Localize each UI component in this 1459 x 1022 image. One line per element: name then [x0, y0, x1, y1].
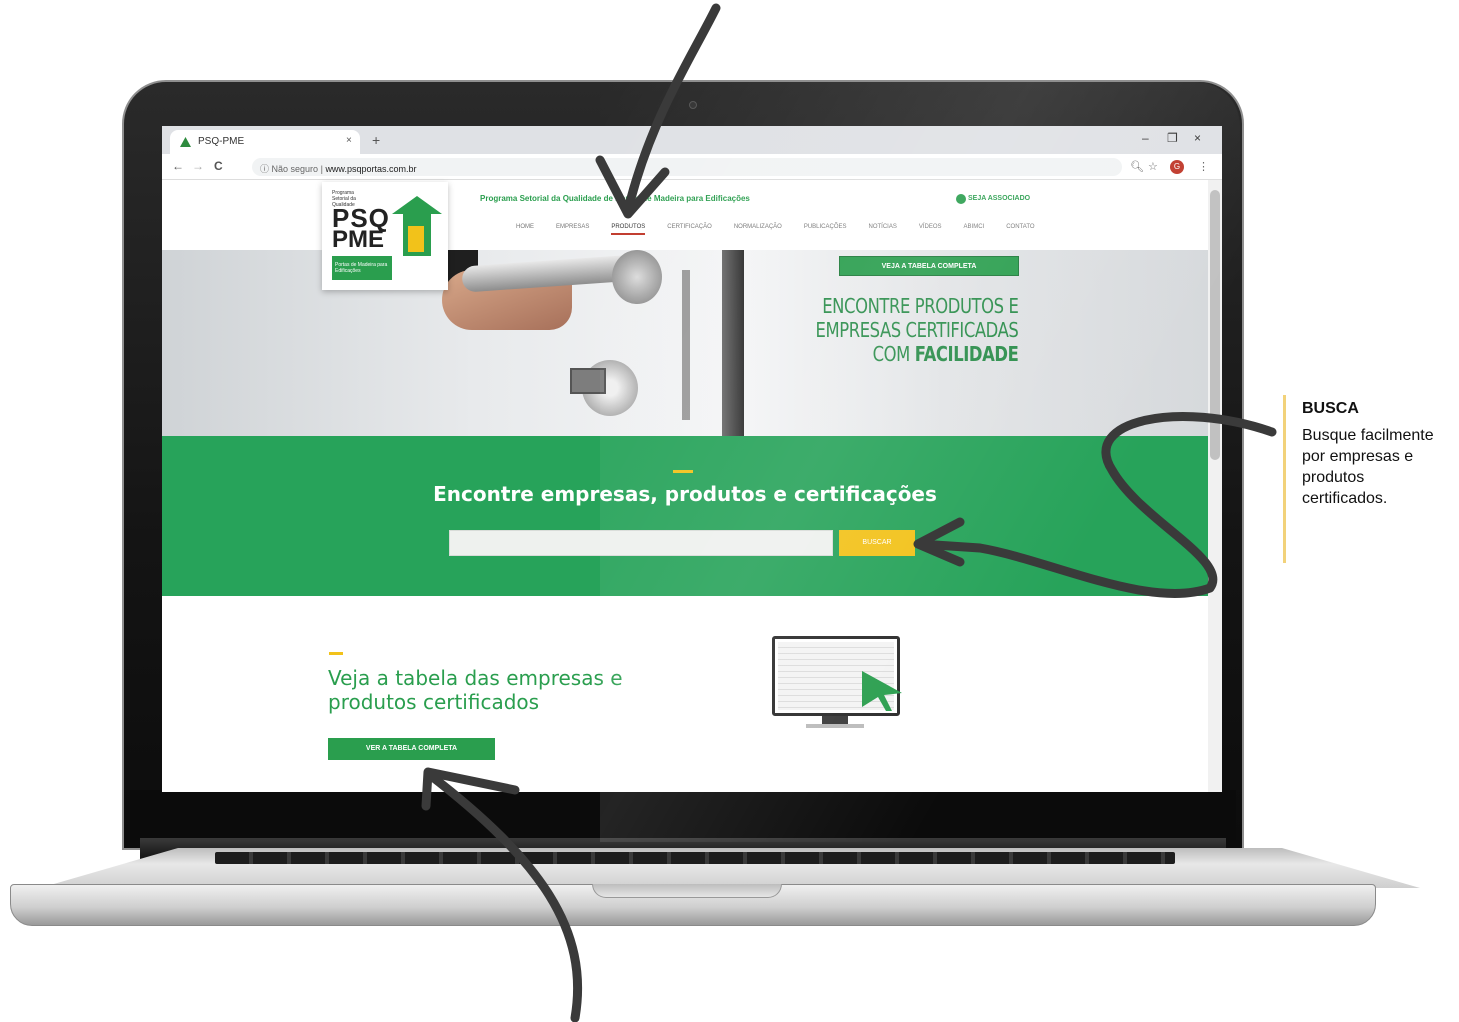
keyboard-keys	[215, 852, 1175, 864]
main-menu: HOME EMPRESAS PRODUTOS CERTIFICAÇÃO NORM…	[516, 224, 1035, 235]
table-section-title: Veja a tabela das empresas e produtos ce…	[328, 666, 623, 714]
table-title-accent	[329, 652, 343, 655]
menu-item-normalizacao[interactable]: NORMALIZAÇÃO	[734, 224, 782, 235]
associate-icon	[956, 194, 966, 204]
close-tab-icon[interactable]: ×	[346, 135, 352, 146]
logo-pme: PME	[332, 226, 385, 253]
search-title: Encontre empresas, produtos e certificaç…	[433, 482, 937, 506]
site-info-icon[interactable]: ⓘ	[260, 164, 269, 174]
menu-item-noticias[interactable]: NOTÍCIAS	[869, 224, 897, 235]
menu-item-produtos[interactable]: PRODUTOS	[611, 224, 646, 235]
hero-table-button[interactable]: VEJA A TABELA COMPLETA	[839, 256, 1019, 276]
site-tagline: Programa Setorial da Qualidade de Portas…	[480, 194, 750, 203]
back-icon[interactable]: ←	[172, 159, 184, 173]
screen-bezel	[130, 790, 1236, 840]
menu-item-certificacao[interactable]: CERTIFICAÇÃO	[667, 224, 712, 235]
page-scrollbar[interactable]	[1208, 180, 1222, 792]
logo-subtitle: Portas de Madeira para Edificações	[332, 256, 392, 280]
new-tab-icon[interactable]: +	[372, 132, 380, 148]
browser-tab-bar: PSQ-PME × + – ❐ ×	[162, 126, 1222, 154]
search-section: Encontre empresas, produtos e certificaç…	[162, 436, 1208, 596]
hero-line-2: EMPRESAS CERTIFICADAS	[815, 318, 1018, 342]
security-label: Não seguro	[271, 164, 319, 174]
browser-menu-icon[interactable]: ⋮	[1198, 160, 1209, 173]
hero-line-1: ENCONTRE PRODUTOS E	[821, 294, 1019, 318]
hero-line-3-prefix: COM	[872, 342, 915, 366]
menu-item-home[interactable]: HOME	[516, 224, 534, 235]
door-plate	[682, 270, 690, 420]
laptop-screen: PSQ-PME × + – ❐ × ← → C ⓘ Não seguro | w…	[162, 126, 1222, 792]
title-accent	[673, 470, 693, 473]
address-separator: |	[320, 164, 323, 174]
url-text: www.psqportas.com.br	[325, 164, 417, 174]
site-logo[interactable]: Programa Setorial da Qualidade PSQ PME P…	[322, 182, 448, 290]
hero-banner: ENCONTRE PRODUTOS E EMPRESAS CERTIFICADA…	[162, 250, 1208, 436]
minimize-icon[interactable]: –	[1142, 131, 1149, 145]
monitor-illustration	[772, 636, 900, 716]
menu-item-publicacoes[interactable]: PUBLICAÇÕES	[804, 224, 847, 235]
menu-item-contato[interactable]: CONTATO	[1006, 224, 1034, 235]
search-input[interactable]	[449, 530, 833, 556]
annotation-title: BUSCA	[1302, 400, 1359, 417]
hero-line-3-strong: FACILIDADE	[914, 342, 1018, 366]
hero-heading: ENCONTRE PRODUTOS E EMPRESAS CERTIFICADA…	[815, 294, 1018, 366]
annotation-accent-bar	[1283, 395, 1286, 563]
menu-item-empresas[interactable]: EMPRESAS	[556, 224, 589, 235]
browser-toolbar: ← → C ⓘ Não seguro | www.psqportas.com.b…	[162, 154, 1222, 180]
close-window-icon[interactable]: ×	[1194, 131, 1201, 145]
forward-icon[interactable]: →	[192, 159, 204, 173]
monitor-table-screen	[778, 642, 894, 710]
site-header	[162, 180, 1208, 250]
bookmark-star-icon[interactable]: ☆	[1148, 160, 1158, 173]
monitor-foot	[806, 724, 864, 728]
address-bar[interactable]: ⓘ Não seguro | www.psqportas.com.br	[252, 158, 1122, 176]
site-favicon-icon	[180, 137, 191, 147]
tab-title: PSQ-PME	[198, 136, 245, 147]
profile-avatar[interactable]: G	[1170, 160, 1184, 174]
reload-icon[interactable]: C	[214, 159, 223, 173]
door-icon	[408, 226, 424, 252]
menu-item-videos[interactable]: VÍDEOS	[919, 224, 942, 235]
menu-item-abimci[interactable]: ABIMCI	[964, 224, 985, 235]
handle-rose	[612, 250, 662, 304]
view-table-button[interactable]: VER A TABELA COMPLETA	[328, 738, 495, 760]
browser-tab[interactable]: PSQ-PME ×	[170, 130, 360, 154]
maximize-icon[interactable]: ❐	[1167, 131, 1178, 145]
trackpad-notch	[592, 884, 782, 898]
door-edge	[722, 250, 744, 436]
annotation-description: Busque facilmente por empresas e produto…	[1302, 427, 1434, 507]
seja-associado-link[interactable]: SEJA ASSOCIADO	[968, 195, 1030, 202]
hero-line-3: COM FACILIDADE	[815, 342, 1018, 366]
zoom-icon[interactable]: 🔍︎	[1130, 160, 1144, 173]
scroll-thumb[interactable]	[1210, 190, 1220, 460]
key-icon	[570, 368, 606, 394]
webcam	[689, 101, 697, 109]
search-button[interactable]: BUSCAR	[839, 530, 915, 556]
